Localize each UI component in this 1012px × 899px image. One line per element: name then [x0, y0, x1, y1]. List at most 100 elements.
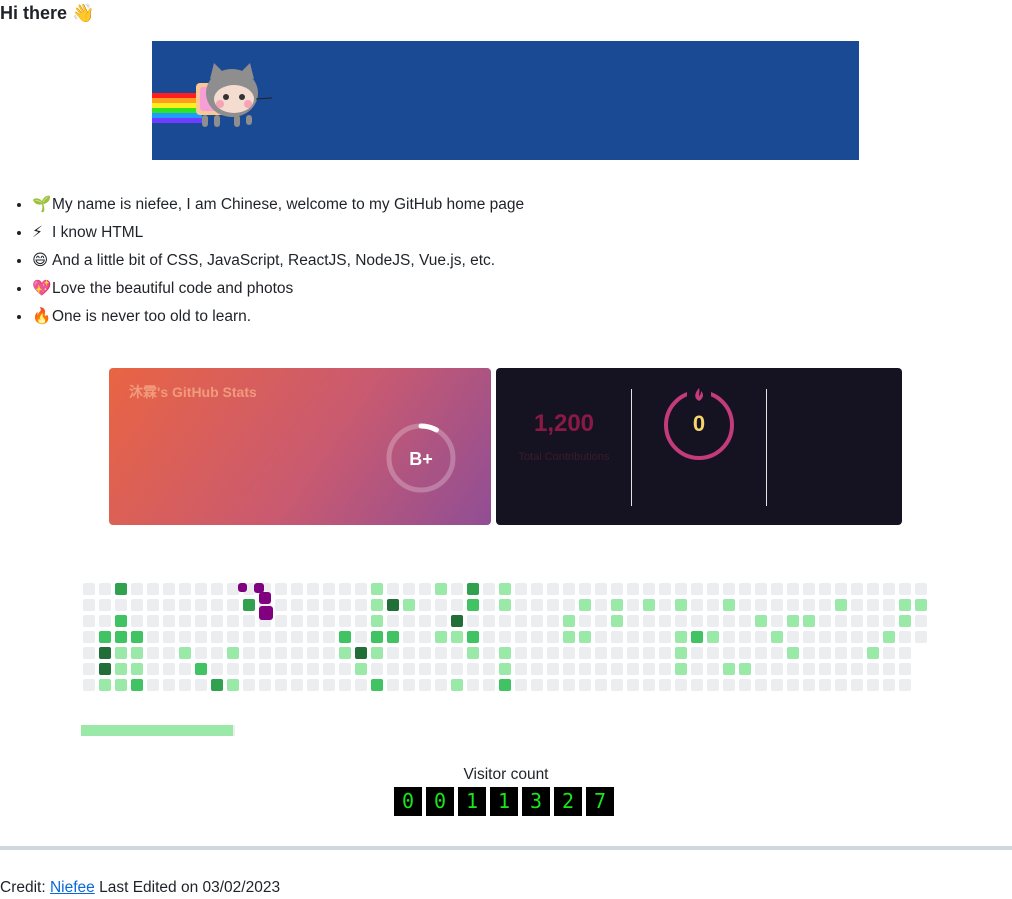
contribution-cell: [803, 663, 815, 675]
contribution-cell: [835, 583, 847, 595]
contribution-cell: [211, 663, 223, 675]
intro-item-text: I know HTML: [52, 224, 144, 241]
contribution-cell: [451, 663, 463, 675]
contribution-cell: [595, 583, 607, 595]
intro-item: ⚡ I know HTML: [32, 219, 732, 247]
contribution-cell: [691, 679, 703, 691]
contribution-cell: [723, 647, 735, 659]
contribution-cell: [659, 583, 671, 595]
intro-item-text: One is never too old to learn.: [52, 308, 252, 325]
contribution-cell: [99, 663, 111, 675]
contribution-cell: [547, 599, 559, 611]
contribution-cell: [627, 679, 639, 691]
contribution-cell: [435, 647, 447, 659]
contribution-cell: [563, 583, 575, 595]
contribution-cell: [147, 647, 159, 659]
contribution-cell: [739, 679, 751, 691]
contribution-cell: [835, 631, 847, 643]
contribution-cell: [243, 679, 255, 691]
intro-list: 🌱My name is niefee, I am Chinese, welcom…: [0, 191, 732, 331]
contribution-cell: [291, 583, 303, 595]
intro-item: 💖Love the beautiful code and photos: [32, 275, 732, 303]
contribution-cell: [179, 583, 191, 595]
github-streak-card[interactable]: 1,200 Total Contributions 0: [496, 368, 902, 525]
contribution-cell: [435, 631, 447, 643]
intro-item: 🔥One is never too old to learn.: [32, 303, 732, 331]
visitor-counter: 0 0 1 1 3 2 7: [394, 787, 614, 816]
counter-digit: 7: [586, 787, 614, 816]
contribution-cell: [915, 583, 927, 595]
contribution-cell: [515, 631, 527, 643]
contribution-cell: [771, 631, 783, 643]
visitor-count-label: Visitor count: [463, 766, 549, 783]
contribution-cell: [499, 631, 511, 643]
contribution-cell: [147, 599, 159, 611]
contribution-cell: [595, 679, 607, 691]
contribution-cell: [131, 663, 143, 675]
contribution-cell: [291, 663, 303, 675]
contribution-cell: [387, 615, 399, 627]
contribution-cell: [163, 631, 175, 643]
contribution-cell: [227, 647, 239, 659]
contribution-cell: [323, 599, 335, 611]
contribution-cell: [531, 631, 543, 643]
contribution-cell: [563, 647, 575, 659]
contribution-cell: [707, 583, 719, 595]
contribution-cell: [259, 663, 271, 675]
contribution-cell: [835, 599, 847, 611]
github-stats-card[interactable]: 沐霖's GitHub Stats B+: [109, 368, 491, 525]
contribution-cell: [419, 663, 431, 675]
contribution-cell: [387, 663, 399, 675]
contribution-cell: [755, 615, 767, 627]
contribution-cell: [563, 631, 575, 643]
contribution-cell: [307, 679, 319, 691]
contribution-cell: [643, 679, 655, 691]
contribution-cell: [691, 647, 703, 659]
contribution-cell: [515, 615, 527, 627]
author-link[interactable]: Niefee: [50, 879, 95, 896]
contribution-cell: [371, 647, 383, 659]
contribution-cell: [307, 615, 319, 627]
contribution-cell: [451, 583, 463, 595]
contribution-cell: [883, 631, 895, 643]
contribution-cell: [707, 647, 719, 659]
contribution-cell: [627, 647, 639, 659]
contribution-cell: [451, 679, 463, 691]
contribution-cell: [611, 679, 623, 691]
counter-digit: 1: [458, 787, 486, 816]
contribution-cell: [883, 663, 895, 675]
contribution-cell: [243, 615, 255, 627]
contribution-cell: [83, 663, 95, 675]
contribution-cell: [451, 599, 463, 611]
contribution-cell: [739, 599, 751, 611]
current-streak-value: 0: [692, 411, 706, 436]
contribution-cell: [499, 583, 511, 595]
contribution-cell: [851, 583, 863, 595]
contribution-cell: [371, 599, 383, 611]
contribution-cell: [355, 679, 367, 691]
contribution-cell: [851, 615, 863, 627]
contribution-cell: [611, 599, 623, 611]
contribution-cell: [195, 647, 207, 659]
contribution-cell: [419, 647, 431, 659]
contribution-cell: [755, 663, 767, 675]
contribution-cell: [867, 631, 879, 643]
contribution-cell: [787, 679, 799, 691]
contribution-cell: [147, 631, 159, 643]
contribution-cell: [99, 615, 111, 627]
contribution-cell: [403, 663, 415, 675]
contribution-cell: [275, 631, 287, 643]
contribution-cell: [227, 663, 239, 675]
contribution-cell: [371, 631, 383, 643]
fire-icon: 🔥: [32, 308, 52, 325]
contribution-cell: [723, 679, 735, 691]
snake-segment: [259, 592, 271, 604]
contribution-cell: [419, 583, 431, 595]
contribution-cell: [835, 679, 847, 691]
contribution-cell: [899, 599, 911, 611]
total-contributions-label: Total Contributions: [518, 451, 610, 463]
contribution-cell: [675, 615, 687, 627]
contribution-cell: [115, 679, 127, 691]
contribution-cell: [899, 615, 911, 627]
contribution-cell: [179, 663, 191, 675]
